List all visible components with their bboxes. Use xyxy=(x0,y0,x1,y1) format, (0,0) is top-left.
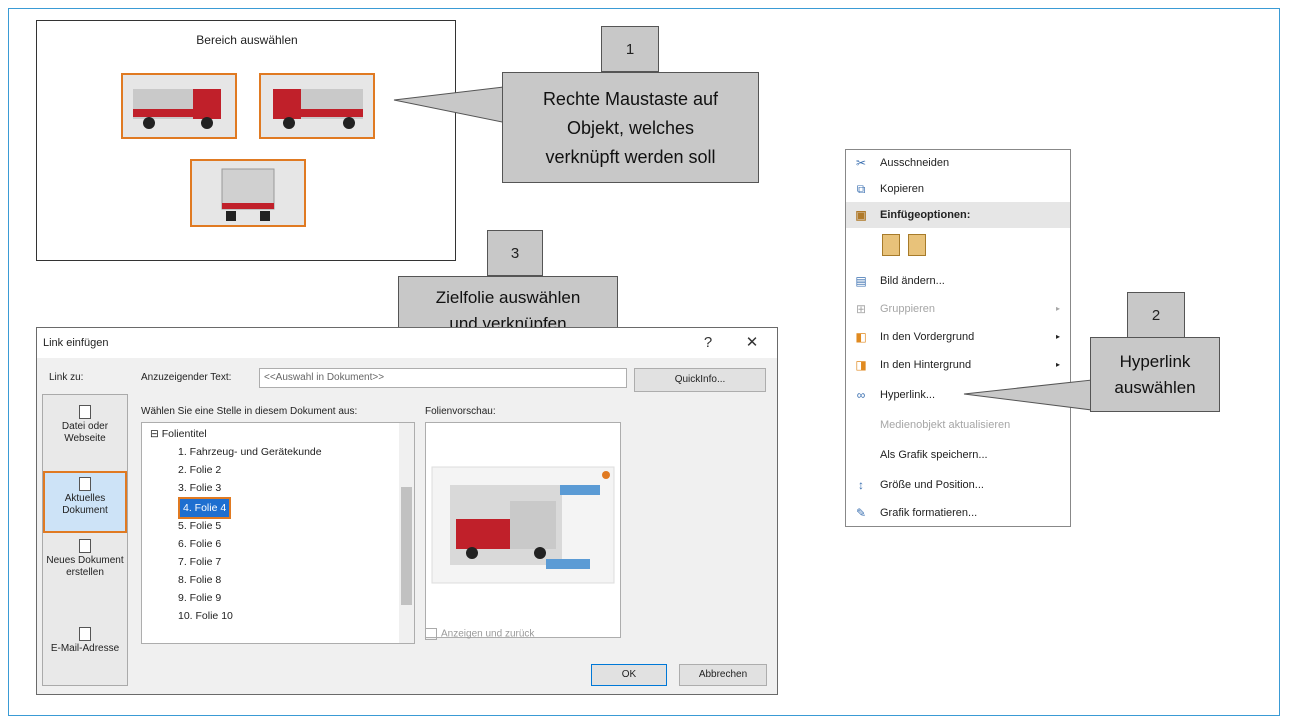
step-number-2: 2 xyxy=(1127,292,1185,338)
callout-1-line-1: Rechte Maustaste auf xyxy=(542,89,719,109)
menu-item-label: Bild ändern... xyxy=(880,275,945,287)
chevron-right-icon: ▸ xyxy=(1055,304,1060,313)
context-menu: ✂ Ausschneiden ⧉ Kopieren ▣ Einfügeoptionen… xyxy=(845,149,1071,527)
tree-root[interactable]: ⊟ Folientitel xyxy=(150,425,207,443)
tree-item-5[interactable]: 5. Folie 5 xyxy=(178,517,221,535)
truck-image-side-2[interactable] xyxy=(259,73,375,139)
tree-item-6[interactable]: 6. Folie 6 xyxy=(178,535,221,553)
paste-keep-format-icon[interactable] xyxy=(882,234,900,256)
quickinfo-button[interactable]: QuickInfo... xyxy=(634,368,766,392)
paste-icon: ▣ xyxy=(855,208,867,222)
display-text-input[interactable]: <<Auswahl in Dokument>> xyxy=(259,368,627,388)
show-return-label: Anzeigen und zurück xyxy=(441,628,535,640)
checkbox-box[interactable] xyxy=(425,628,437,640)
tree-item-9[interactable]: 9. Folie 9 xyxy=(178,589,221,607)
link-to-label: Link zu: xyxy=(49,372,84,383)
preview-label: Folienvorschau: xyxy=(425,406,496,417)
menu-item-label: Grafik formatieren... xyxy=(880,507,978,519)
callout-2-pointer xyxy=(963,379,1093,411)
chevron-right-icon: ▸ xyxy=(1055,332,1060,341)
hyperlink-icon: ∞ xyxy=(856,388,866,402)
help-button[interactable]: ? xyxy=(693,328,723,358)
link-item-label: Neues Dokument erstellen xyxy=(46,555,124,578)
menu-item-change-picture[interactable]: ▤ Bild ändern... xyxy=(846,268,1070,294)
ok-button[interactable]: OK xyxy=(591,664,667,686)
menu-item-label: Gruppieren xyxy=(880,303,936,315)
menu-item-send-backward[interactable]: ◨ In den Hintergrund ▸ xyxy=(846,352,1070,378)
menu-item-bring-forward[interactable]: ◧ In den Vordergrund ▸ xyxy=(846,324,1070,350)
tree-item-7[interactable]: 7. Folie 7 xyxy=(178,553,221,571)
mail-icon xyxy=(79,627,91,641)
menu-item-label: Hyperlink... xyxy=(880,389,936,401)
truck-image-side-1[interactable] xyxy=(121,73,237,139)
link-item-label: E-Mail-Adresse xyxy=(50,643,120,654)
link-email-address[interactable]: E-Mail-Adresse xyxy=(43,627,127,655)
slide-tree[interactable]: ⊟ Folientitel 1. Fahrzeug- und Gerätekun… xyxy=(141,422,415,644)
tree-item-1[interactable]: 1. Fahrzeug- und Gerätekunde xyxy=(178,443,322,461)
menu-item-group: ⊞ Gruppieren ▸ xyxy=(846,296,1070,322)
truck-image-rear[interactable] xyxy=(190,159,306,227)
tree-item-3[interactable]: 3. Folie 3 xyxy=(178,479,221,497)
link-new-document[interactable]: Neues Dokument erstellen xyxy=(43,539,127,579)
cancel-button[interactable]: Abbrechen xyxy=(679,664,767,686)
callout-2-line-2: auswählen xyxy=(1114,378,1196,397)
callout-2-box: Hyperlink auswählen xyxy=(1090,337,1220,412)
menu-header-paste-options: ▣ Einfügeoptionen: xyxy=(846,202,1070,228)
menu-item-label: Als Grafik speichern... xyxy=(880,449,988,461)
menu-header-label: Einfügeoptionen: xyxy=(880,209,971,221)
display-text-label: Anzuzeigender Text: xyxy=(141,372,232,383)
paste-as-picture-icon[interactable] xyxy=(908,234,926,256)
link-file-or-webpage[interactable]: Datei oder Webseite xyxy=(43,405,127,445)
callout-1-line-3: verknüpft werden soll xyxy=(545,147,716,167)
size-position-icon: ↕ xyxy=(858,478,864,492)
menu-item-size-position[interactable]: ↕ Größe und Position... xyxy=(846,472,1070,498)
menu-item-label: Größe und Position... xyxy=(880,479,984,491)
link-current-document[interactable]: Aktuelles Dokument xyxy=(43,471,127,533)
slide-title: Bereich auswählen xyxy=(196,33,298,47)
place-label: Wählen Sie eine Stelle in diesem Dokumen… xyxy=(141,406,358,417)
change-picture-icon: ▤ xyxy=(855,274,867,288)
menu-item-save-as-picture[interactable]: Als Grafik speichern... xyxy=(846,442,1070,468)
link-item-label: Aktuelles Dokument xyxy=(62,493,108,516)
menu-item-copy[interactable]: ⧉ Kopieren xyxy=(846,176,1070,202)
menu-item-cut[interactable]: ✂ Ausschneiden xyxy=(846,150,1070,176)
format-picture-icon: ✎ xyxy=(855,506,867,520)
callout-2-line-1: Hyperlink xyxy=(1119,352,1191,371)
dialog-title: Link einfügen xyxy=(37,328,777,358)
callout-3-line-1: Zielfolie auswählen xyxy=(435,288,581,307)
callout-1-box: Rechte Maustaste auf Objekt, welches ver… xyxy=(502,72,759,183)
step-number-3: 3 xyxy=(487,230,543,276)
menu-item-label: In den Vordergrund xyxy=(880,331,975,343)
tree-item-10[interactable]: 10. Folie 10 xyxy=(178,607,233,625)
show-return-checkbox[interactable]: Anzeigen und zurück xyxy=(425,628,534,640)
preview-thumbnail xyxy=(431,466,615,584)
scrollbar-thumb[interactable] xyxy=(401,487,412,605)
callout-1-line-2: Objekt, welches xyxy=(566,118,695,138)
chevron-right-icon: ▸ xyxy=(1055,360,1060,369)
globe-page-icon xyxy=(79,405,91,419)
menu-item-format-picture[interactable]: ✎ Grafik formatieren... xyxy=(846,500,1070,526)
insert-link-dialog: Link einfügen ? ✕ Link zu: Anzuzeigender… xyxy=(36,327,778,695)
send-backward-icon: ◨ xyxy=(855,358,867,372)
menu-item-label: Ausschneiden xyxy=(880,157,950,169)
new-document-icon xyxy=(79,539,91,553)
link-to-sidebar: Datei oder Webseite Aktuelles Dokument N… xyxy=(42,394,128,686)
slide-preview xyxy=(425,422,621,638)
scissors-icon: ✂ xyxy=(855,156,867,170)
tree-item-8[interactable]: 8. Folie 8 xyxy=(178,571,221,589)
tree-root-label: Folientitel xyxy=(161,428,207,440)
copy-icon: ⧉ xyxy=(856,182,866,196)
tree-item-4-selected[interactable]: 4. Folie 4 xyxy=(178,497,232,519)
tree-scrollbar[interactable] xyxy=(399,423,414,643)
menu-item-label: Kopieren xyxy=(880,183,925,195)
menu-item-label: In den Hintergrund xyxy=(880,359,972,371)
bring-forward-icon: ◧ xyxy=(855,330,867,344)
slide-panel: Bereich auswählen xyxy=(36,20,456,261)
tree-item-2[interactable]: 2. Folie 2 xyxy=(178,461,221,479)
group-icon: ⊞ xyxy=(855,302,867,316)
link-item-label: Datei oder Webseite xyxy=(61,421,109,444)
step-number-1: 1 xyxy=(601,26,659,72)
document-icon xyxy=(79,477,91,491)
close-button[interactable]: ✕ xyxy=(737,328,767,358)
